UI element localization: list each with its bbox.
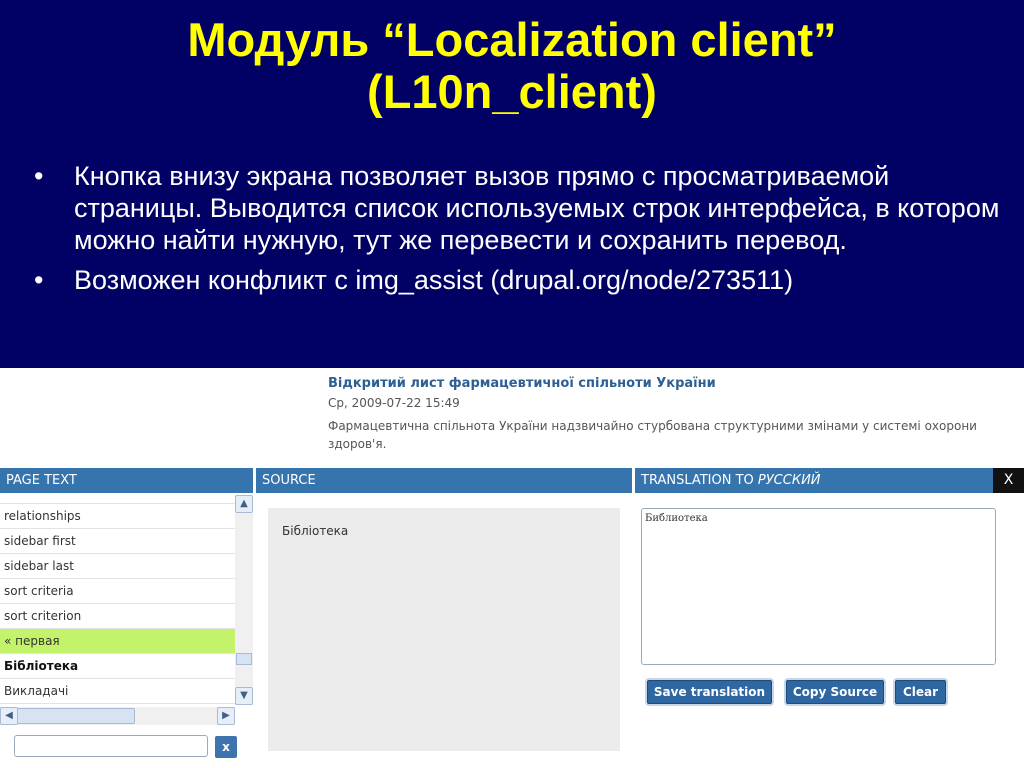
article-title[interactable]: Відкритий лист фармацевтичної спільноти …	[328, 376, 716, 391]
vertical-scroll-thumb[interactable]	[236, 653, 252, 665]
string-list: relationships sidebar first sidebar last…	[0, 495, 236, 705]
source-text: Бібліотека	[282, 524, 349, 538]
localization-client-panel: PAGE TEXT SOURCE TRANSLATION TO РУССКИЙ …	[0, 468, 1024, 768]
bullet-item: • Возможен конфликт с img_assist (drupal…	[30, 264, 1005, 296]
bullet-dot: •	[34, 161, 44, 191]
close-button[interactable]: X	[993, 468, 1024, 493]
bullet-item: • Кнопка внизу экрана позволяет вызов пр…	[30, 160, 1005, 256]
slide-title-line-1: Модуль “Localization client”	[187, 13, 837, 66]
scroll-left-icon[interactable]: ◀	[0, 707, 18, 725]
list-item[interactable]: sort criterion	[0, 604, 235, 629]
horizontal-scroll-thumb[interactable]	[17, 708, 135, 724]
filter-clear-button[interactable]: x	[215, 736, 237, 758]
translation-textarea[interactable]: Библиотека	[641, 508, 996, 665]
save-translation-button[interactable]: Save translation	[647, 680, 772, 704]
list-item[interactable]: Викладачі	[0, 679, 235, 704]
slide-title: Модуль “Localization client” (L10n_clien…	[0, 14, 1024, 118]
list-item[interactable]: relationships	[0, 504, 235, 529]
vertical-scrollbar[interactable]: ▲ ▼	[235, 495, 253, 705]
slide-title-line-2: (L10n_client)	[367, 65, 657, 118]
page-text-header: PAGE TEXT	[0, 468, 253, 493]
list-item-clipped	[0, 495, 235, 504]
clear-button[interactable]: Clear	[895, 680, 946, 704]
bullet-list: • Кнопка внизу экрана позволяет вызов пр…	[30, 160, 1005, 304]
list-item-selected[interactable]: Бібліотека	[0, 654, 235, 679]
scroll-up-icon[interactable]: ▲	[235, 495, 253, 513]
bullet-text: Возможен конфликт с img_assist (drupal.o…	[74, 265, 794, 295]
filter-input[interactable]	[14, 735, 208, 757]
translation-header: TRANSLATION TO РУССКИЙ	[635, 468, 993, 493]
bullet-text: Кнопка внизу экрана позволяет вызов прям…	[74, 161, 1000, 255]
scroll-right-icon[interactable]: ▶	[217, 707, 235, 725]
translation-header-prefix: TRANSLATION TO	[641, 473, 758, 488]
list-item[interactable]: sidebar first	[0, 529, 235, 554]
source-header: SOURCE	[256, 468, 632, 493]
translation-language: РУССКИЙ	[757, 473, 821, 488]
copy-source-button[interactable]: Copy Source	[786, 680, 884, 704]
horizontal-scrollbar[interactable]: ◀ ▶	[0, 707, 235, 725]
article-date: Ср, 2009-07-22 15:49	[328, 396, 460, 410]
list-item-untranslated[interactable]: « первая	[0, 629, 235, 654]
source-panel: Бібліотека	[268, 508, 620, 751]
article-body: Фармацевтична спільнота України надзвича…	[328, 419, 977, 451]
list-item[interactable]: sort criteria	[0, 579, 235, 604]
scroll-down-icon[interactable]: ▼	[235, 687, 253, 705]
bullet-dot: •	[34, 265, 44, 295]
list-item[interactable]: sidebar last	[0, 554, 235, 579]
screenshot-area: Відкритий лист фармацевтичної спільноти …	[0, 368, 1024, 768]
